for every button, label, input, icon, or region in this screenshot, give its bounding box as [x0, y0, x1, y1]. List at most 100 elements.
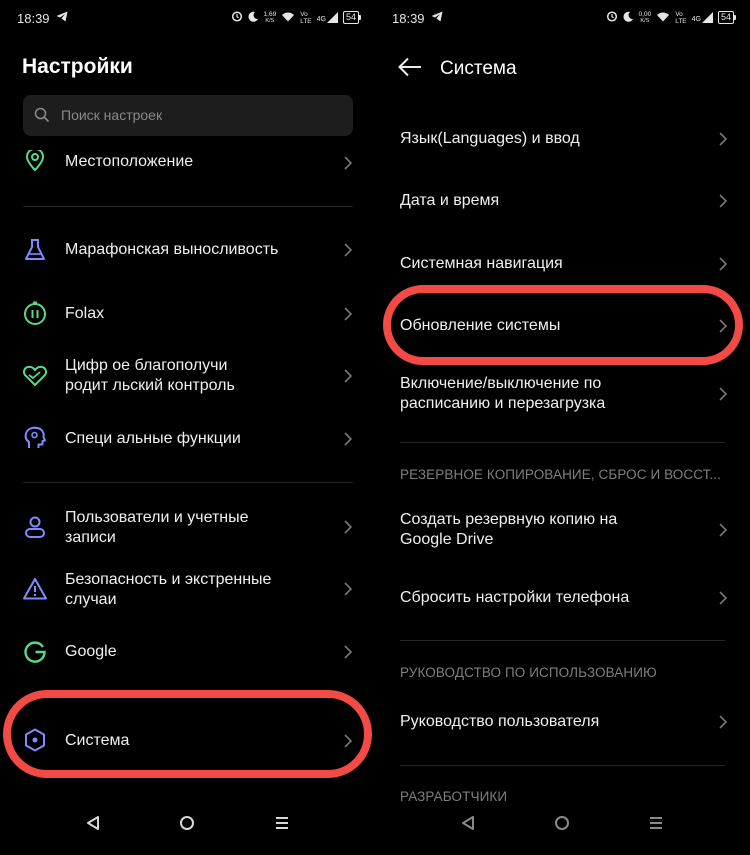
settings-item-label: Google [65, 643, 117, 660]
chevron-right-icon [719, 257, 727, 271]
system-item-language[interactable]: Язык(Languages) и ввод [375, 117, 750, 161]
chevron-right-icon [719, 132, 727, 146]
settings-item-marathon[interactable]: Марафонская выносливость [0, 228, 375, 272]
status-bar: 18:39 0,00 K/S Vo LTE 4G 54 [391, 10, 737, 28]
user-icon [25, 516, 45, 538]
moon-icon [248, 11, 259, 25]
divider [23, 206, 353, 207]
status-time: 18:39 [17, 11, 50, 26]
settings-item-google[interactable]: Google [0, 630, 375, 674]
section-header-guide: РУКОВОДСТВО ПО ИСПОЛЬЗОВАНИЮ [400, 665, 657, 680]
home-nav-icon[interactable] [554, 815, 570, 831]
system-item-backup-drive[interactable]: Создать резервную копию на Google Drive [375, 508, 750, 554]
wifi-icon [281, 11, 295, 25]
system-item-label: Язык(Languages) и ввод [400, 130, 580, 147]
chevron-right-icon [344, 243, 352, 257]
chevron-right-icon [719, 387, 727, 401]
divider [400, 765, 725, 766]
signal-icon: 4G [317, 12, 338, 23]
heart-icon [23, 365, 47, 387]
settings-item-label: Пользователи и учетные [65, 509, 249, 526]
settings-item-label: Безопасность и экстренные [65, 571, 272, 588]
search-input[interactable]: Поиск настроек [23, 95, 353, 136]
chevron-right-icon [344, 432, 352, 446]
navigation-bar [375, 795, 750, 855]
search-icon [34, 107, 50, 123]
page-title: Система [440, 58, 517, 79]
chevron-right-icon [719, 523, 727, 537]
system-item-user-guide[interactable]: Руководство пользователя [375, 700, 750, 744]
chevron-right-icon [344, 156, 352, 170]
flask-icon [25, 239, 45, 260]
divider [23, 482, 353, 483]
settings-item-label-2: записи [65, 529, 116, 546]
settings-item-label: Цифр ое благополучи [65, 357, 228, 374]
alarm-icon [606, 10, 618, 25]
chevron-right-icon [719, 591, 727, 605]
section-header-backup: РЕЗЕРВНОЕ КОПИРОВАНИЕ, СБРОС И ВОССТ... [400, 467, 722, 482]
system-item-label-2: Google Drive [400, 531, 494, 548]
location-icon [25, 147, 45, 172]
wifi-icon [656, 11, 670, 25]
system-item-navigation[interactable]: Системная навигация [375, 242, 750, 286]
highlight-circle [383, 285, 743, 365]
recents-nav-icon[interactable] [274, 815, 290, 831]
settings-item-users[interactable]: Пользователи и учетные записи [0, 505, 375, 549]
divider [400, 640, 725, 641]
network-speed: 0,00 K/S [638, 10, 652, 24]
system-item-label-2: расписанию и перезагрузка [400, 395, 606, 412]
search-placeholder: Поиск настроек [61, 107, 163, 123]
home-nav-icon[interactable] [179, 815, 195, 831]
chevron-right-icon [344, 582, 352, 596]
navigation-bar [0, 795, 375, 855]
settings-item-digital-wellbeing[interactable]: Цифр ое благополучи родит льский контрол… [0, 352, 375, 402]
system-item-label: Системная навигация [400, 255, 563, 272]
chevron-right-icon [719, 194, 727, 208]
settings-item-safety[interactable]: Безопасность и экстренные случаи [0, 568, 375, 612]
back-nav-icon[interactable] [461, 815, 475, 831]
settings-item-accessibility[interactable]: Специ альные функции [0, 418, 375, 462]
page-title: Настройки [22, 55, 133, 78]
chevron-right-icon [344, 369, 352, 383]
system-screen: 18:39 0,00 K/S Vo LTE 4G 54 Система Язык(L… [375, 0, 750, 855]
network-speed: 1,69 K/S [263, 10, 277, 24]
chevron-right-icon [344, 520, 352, 534]
chevron-right-icon [719, 715, 727, 729]
warning-icon [23, 578, 47, 600]
google-icon [24, 641, 46, 663]
divider [400, 442, 725, 443]
settings-item-location[interactable]: Местоположение [0, 145, 375, 190]
system-item-date-time[interactable]: Дата и время [375, 180, 750, 224]
highlight-circle [3, 690, 372, 778]
system-item-label: Включение/выключение по [400, 375, 602, 392]
settings-item-label: Folax [65, 305, 105, 322]
settings-item-folax[interactable]: Folax [0, 292, 375, 336]
alarm-icon [231, 10, 243, 25]
back-arrow-icon[interactable] [397, 54, 423, 80]
settings-item-label: Специ альные функции [65, 430, 241, 447]
head-icon [24, 426, 46, 448]
battery-icon: 54 [342, 11, 362, 24]
telegram-icon [431, 11, 443, 25]
system-item-reset[interactable]: Сбросить настройки телефона [375, 577, 750, 621]
telegram-icon [56, 11, 68, 25]
system-item-label: Руководство пользователя [400, 713, 600, 730]
volte-indicator: Vo LTE [675, 10, 687, 25]
battery-icon: 54 [717, 11, 737, 24]
volte-indicator: Vo LTE [300, 10, 312, 25]
settings-item-label: Марафонская выносливость [65, 241, 279, 258]
status-bar: 18:39 1,69 K/S Vo LTE 4G 54 [16, 10, 362, 28]
recents-nav-icon[interactable] [648, 815, 664, 831]
folax-icon [24, 301, 46, 325]
system-item-label: Дата и время [400, 192, 500, 209]
settings-item-label-2: родит льский контроль [65, 377, 235, 394]
signal-icon: 4G [692, 12, 713, 23]
status-time: 18:39 [392, 11, 425, 26]
system-item-schedule-power[interactable]: Включение/выключение по расписанию и пер… [375, 372, 750, 418]
system-item-label: Создать резервную копию на [400, 511, 618, 528]
moon-icon [623, 11, 634, 25]
back-nav-icon[interactable] [86, 815, 100, 831]
system-item-label: Сбросить настройки телефона [400, 589, 630, 606]
chevron-right-icon [344, 645, 352, 659]
settings-item-label: Местоположение [65, 153, 194, 170]
